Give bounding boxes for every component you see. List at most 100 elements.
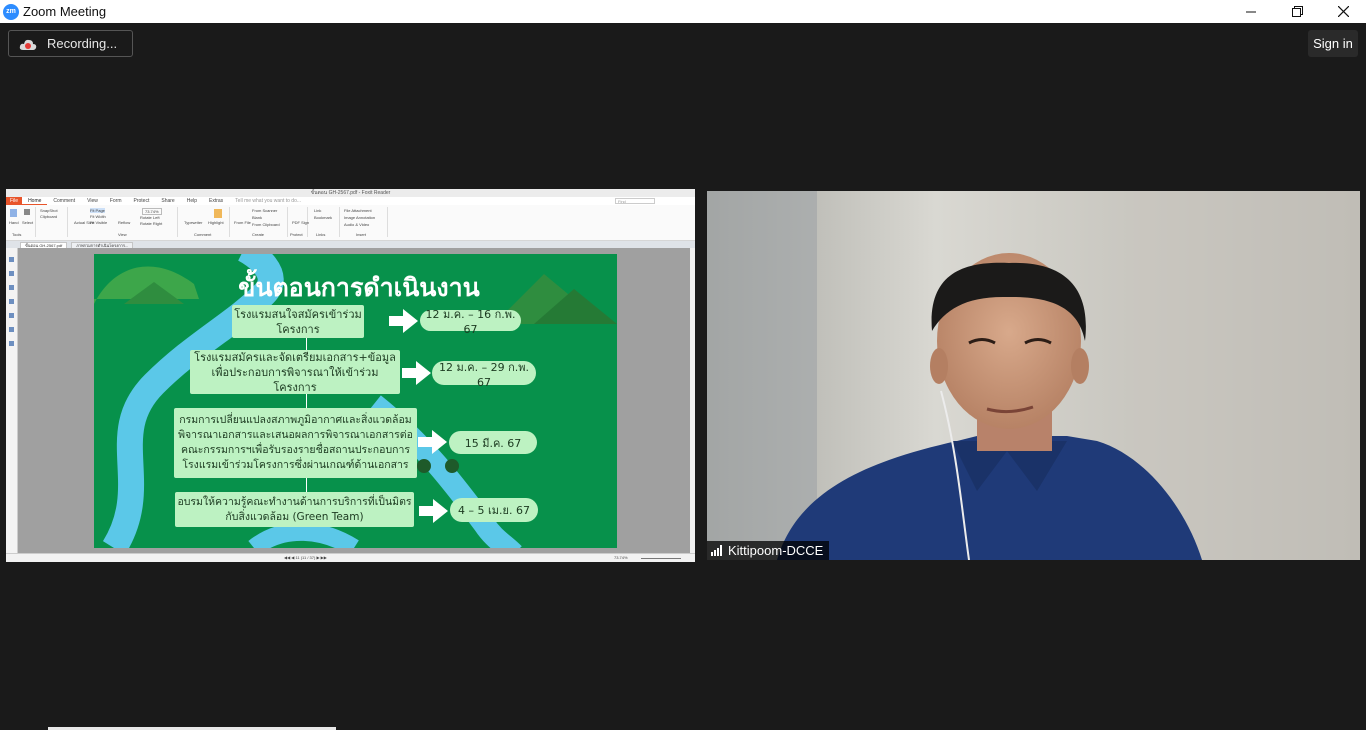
security-panel-icon[interactable] (9, 327, 14, 332)
file-attachment-button[interactable]: File Attachment (344, 208, 372, 213)
fit-visible-button[interactable]: Fit Visible (90, 220, 107, 225)
snapshot-button[interactable]: SnapShot (40, 208, 58, 213)
comment-panel-icon[interactable] (9, 299, 14, 304)
step-1-box: โรงแรมสนใจสมัครเข้าร่วม โครงการ (232, 305, 364, 338)
bookmark-button[interactable]: Bookmark (314, 215, 332, 220)
blank-button[interactable]: Blank (252, 215, 262, 220)
from-clipboard-button[interactable]: From Clipboard (252, 222, 280, 227)
fit-page-button[interactable]: Fit Page (90, 208, 105, 213)
close-button[interactable] (1320, 0, 1366, 23)
minimize-button[interactable] (1228, 0, 1274, 23)
restore-icon (1291, 6, 1303, 17)
restore-button[interactable] (1274, 0, 1320, 23)
zoom-slider[interactable] (641, 558, 681, 559)
pdf-slide: ขั้นตอนการดำเนินงาน โรงแรมสนใจสมัครเข้าร… (94, 254, 617, 548)
from-scanner-button[interactable]: From Scanner (252, 208, 277, 213)
group-label-tools: Tools (12, 232, 22, 237)
page-panel-icon[interactable] (9, 271, 14, 276)
typewriter-button[interactable]: Typewriter (184, 220, 202, 225)
hand-icon[interactable] (10, 209, 17, 217)
menu-extras[interactable]: Extras (203, 198, 229, 204)
step-1-arrow-icon (389, 309, 418, 333)
zoom-logo-icon: zm (3, 3, 19, 20)
fit-width-button[interactable]: Fit Width (90, 214, 106, 219)
rotate-left-button[interactable]: Rotate Left (140, 215, 160, 220)
signal-strength-icon (711, 545, 723, 556)
ribbon-group-comment: Typewriter Highlight Comment (178, 207, 230, 237)
menu-form[interactable]: Form (104, 198, 128, 204)
group-label-comment: Comment (194, 232, 212, 237)
group-label-protect: Protect (290, 232, 303, 237)
step-3-box: กรมการเปลี่ยนแปลงสภาพภูมิอากาศและสิ่งแวด… (174, 408, 417, 478)
reader-status-bar: ◀◀ ◀ 11 (11 / 37) ▶ ▶▶ 73.74% (6, 553, 695, 562)
audio-video-button[interactable]: Audio & Video (344, 222, 369, 227)
window-title: Zoom Meeting (23, 4, 107, 19)
attachment-panel-icon[interactable] (9, 313, 14, 318)
page-navigator[interactable]: ◀◀ ◀ 11 (11 / 37) ▶ ▶▶ (284, 555, 327, 560)
cloud-recording-icon (19, 39, 37, 50)
video-frame (707, 191, 1360, 560)
ribbon-group-tools: Hand Select Tools (6, 207, 36, 237)
title-bar: zm Zoom Meeting (0, 0, 1366, 23)
highlight-button[interactable]: Highlight (208, 220, 224, 225)
step-1-date: 12 ม.ค. – 16 ก.พ. 67 (420, 308, 521, 336)
reader-menu-bar: File Home Comment View Form Protect Shar… (6, 197, 695, 205)
menu-view[interactable]: View (81, 198, 104, 204)
slide-title: ขั้นตอนการดำเนินงาน (238, 273, 480, 302)
recording-indicator[interactable]: Recording... (8, 30, 133, 57)
step-2-box: โรงแรมสมัครและจัดเตรียมเอกสาร+ข้อมูล เพื… (190, 350, 400, 394)
shared-screen: ขั้นตอน GH-2567.pdf - Foxit Reader File … (6, 189, 695, 562)
bookmark-panel-icon[interactable] (9, 257, 14, 262)
reader-sidebar (6, 248, 18, 553)
image-annotation-button[interactable]: Image Annotation (344, 215, 375, 220)
participant-name-tag: Kittipoom-DCCE (707, 541, 830, 560)
layer-panel-icon[interactable] (9, 285, 14, 290)
document-scrollbar[interactable] (690, 248, 695, 553)
status-zoom[interactable]: 73.74% (614, 555, 628, 560)
menu-home[interactable]: Home (22, 198, 48, 205)
reader-ribbon: Hand Select Tools SnapShot Clipboard Act… (6, 205, 695, 241)
step-3-arrow-icon (418, 430, 447, 454)
clipboard-button[interactable]: Clipboard (40, 214, 57, 219)
connector-3 (306, 478, 307, 492)
find-input[interactable]: Find (615, 198, 655, 204)
step-4-arrow-icon (419, 499, 448, 523)
minimize-icon (1246, 11, 1256, 12)
ribbon-group-links: Link Bookmark Links (308, 207, 340, 237)
menu-help[interactable]: Help (181, 198, 203, 204)
ribbon-group-create: From File From Scanner Blank From Clipbo… (230, 207, 288, 237)
step-4-date: 4 – 5 เม.ย. 67 (450, 498, 538, 522)
group-label-links: Links (316, 232, 326, 237)
select-label: Select (22, 220, 34, 225)
ribbon-group-clipboard: SnapShot Clipboard (36, 207, 68, 237)
reader-title: ขั้นตอน GH-2567.pdf - Foxit Reader (310, 190, 391, 196)
pdf-sign-button[interactable]: PDF Sign (292, 220, 309, 225)
select-icon[interactable] (24, 209, 30, 215)
ribbon-group-view: Actual Size Fit Page Fit Width Fit Visib… (68, 207, 178, 237)
step-2-arrow-icon (402, 361, 431, 385)
sign-in-button[interactable]: Sign in (1308, 30, 1358, 57)
zoom-window: zm Zoom Meeting Recording... Sign in ขั้… (0, 0, 1366, 730)
highlight-icon (214, 209, 222, 218)
link-button[interactable]: Link (314, 208, 321, 213)
from-file-button[interactable]: From File (234, 220, 251, 225)
tell-me-field[interactable]: Tell me what you want to do... (229, 198, 307, 204)
participant-video[interactable]: Kittipoom-DCCE (707, 191, 1360, 560)
reflow-button[interactable]: Reflow (118, 220, 130, 225)
page-indicator[interactable]: 11 (11 / 37) (295, 555, 315, 560)
window-controls (1228, 0, 1366, 23)
document-tabs: ขั้นตอน GH-2567.pdf ภาพรวมการดำเนินโครงก… (6, 241, 695, 248)
group-label-view: View (118, 232, 127, 237)
participant-name: Kittipoom-DCCE (728, 543, 824, 558)
menu-protect[interactable]: Protect (128, 198, 156, 204)
ribbon-group-insert: File Attachment Image Annotation Audio &… (340, 207, 388, 237)
zoom-field[interactable]: 73.74% (142, 208, 162, 215)
signature-panel-icon[interactable] (9, 341, 14, 346)
document-viewport[interactable]: ขั้นตอนการดำเนินงาน โรงแรมสนใจสมัครเข้าร… (6, 248, 695, 553)
group-label-insert: Insert (356, 232, 367, 237)
menu-file[interactable]: File (6, 197, 23, 205)
rotate-right-button[interactable]: Rotate Right (140, 221, 162, 226)
menu-share[interactable]: Share (155, 198, 180, 204)
menu-comment[interactable]: Comment (47, 198, 81, 204)
group-label-create: Create (252, 232, 265, 237)
